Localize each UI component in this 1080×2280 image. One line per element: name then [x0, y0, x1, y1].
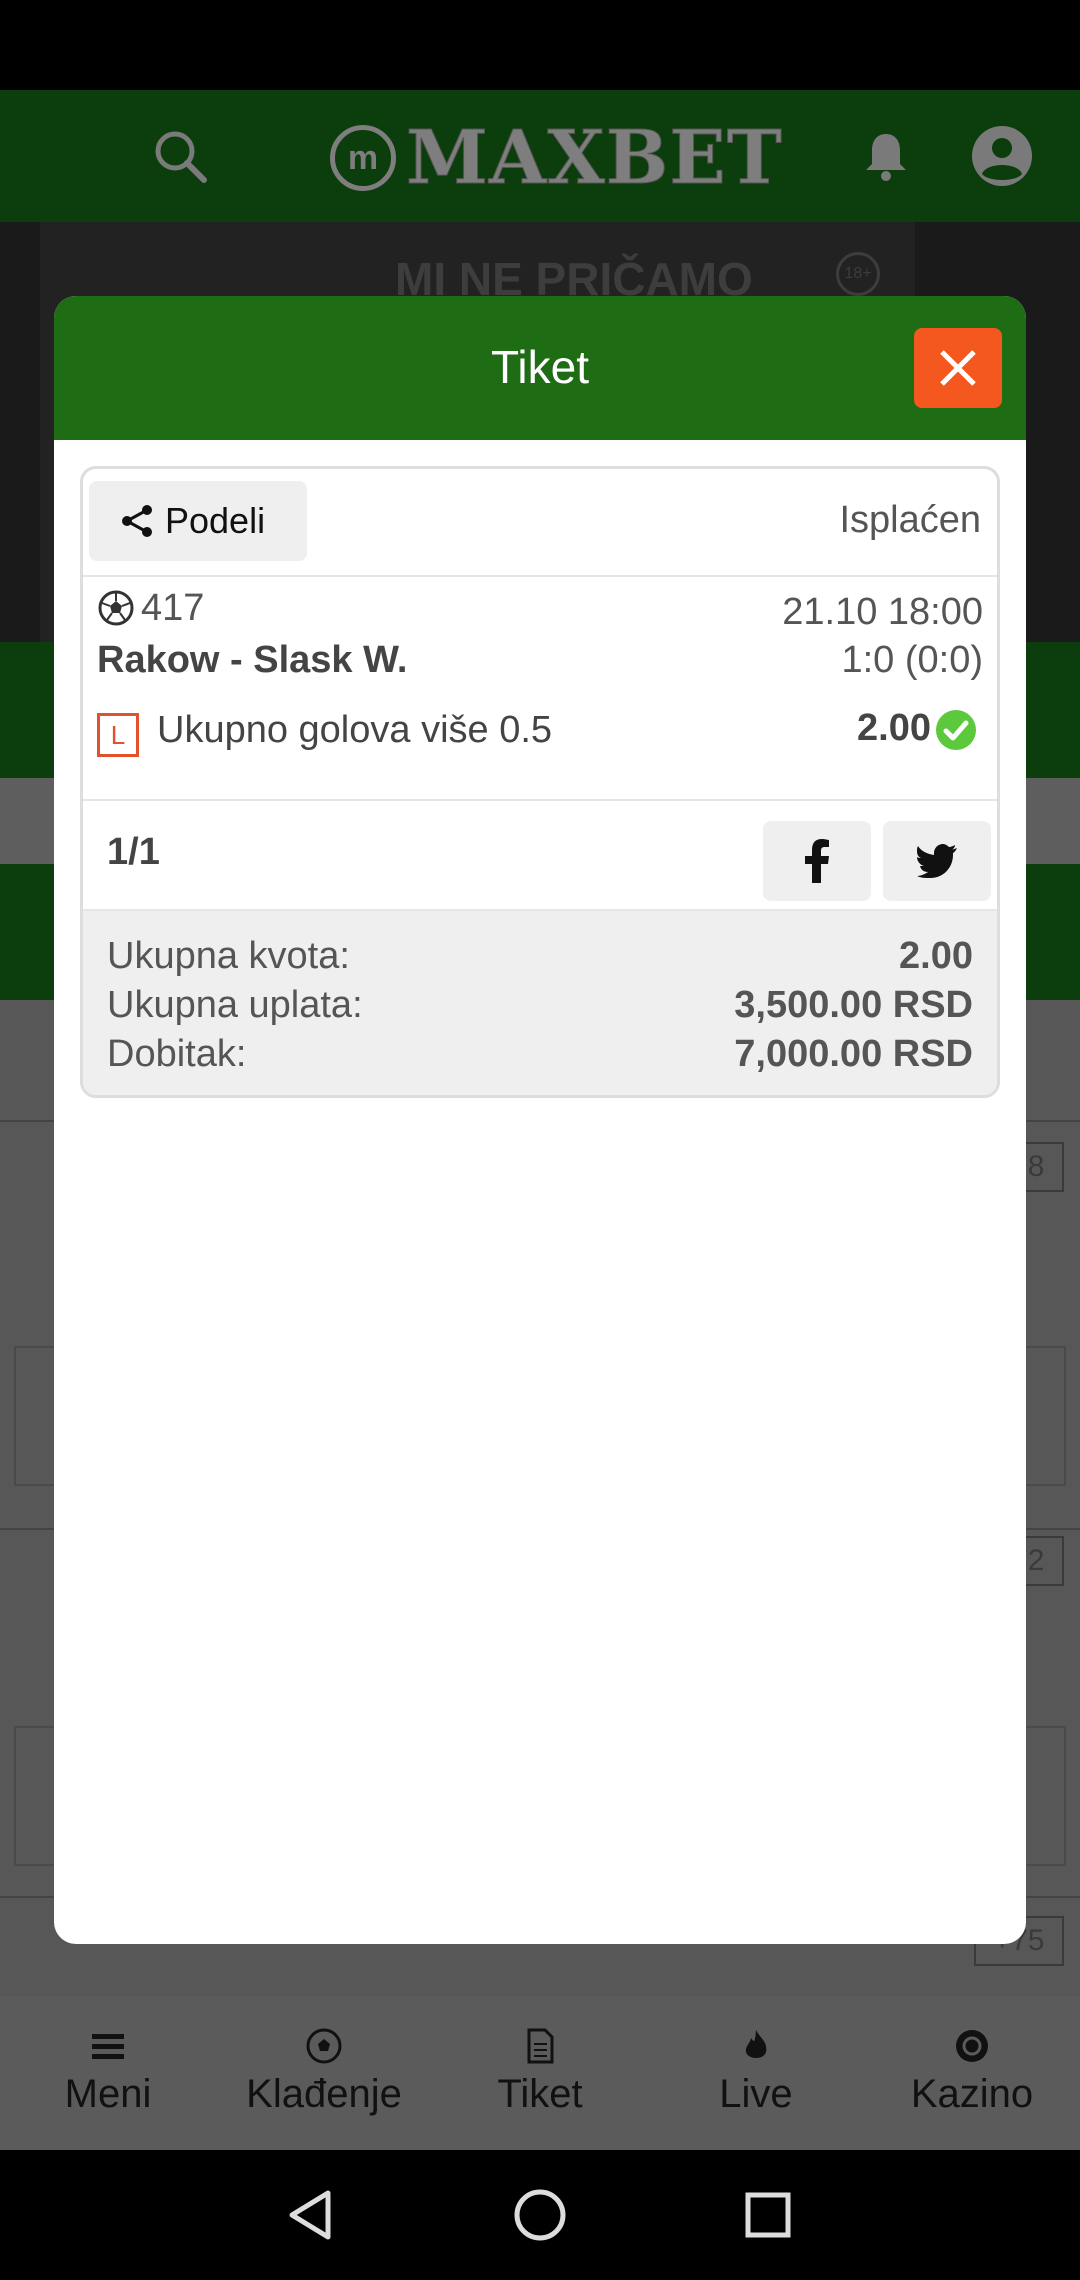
- share-label: Podeli: [165, 500, 266, 541]
- ticket-card: Podeli Isplaćen 417 21.10 18:00 Rakow - …: [80, 466, 1000, 1098]
- total-odds-value: 2.00: [899, 935, 973, 977]
- bet-description: Ukupno golova više 0.5: [157, 709, 553, 751]
- stake-label: Ukupna uplata:: [107, 984, 363, 1026]
- stake-value: 3,500.00 RSD: [734, 984, 973, 1026]
- modal-header: Tiket: [54, 296, 1026, 440]
- match-datetime: 21.10 18:00: [782, 591, 983, 633]
- summary-row-win: Dobitak: 7,000.00 RSD: [107, 1033, 973, 1079]
- modal-title: Tiket: [491, 341, 589, 393]
- win-value: 7,000.00 RSD: [734, 1033, 973, 1075]
- divider: [83, 575, 997, 577]
- ticket-summary: Ukupna kvota: 2.00 Ukupna uplata: 3,500.…: [83, 909, 997, 1095]
- twitter-icon: [917, 844, 957, 878]
- facebook-icon: [805, 839, 829, 883]
- home-icon[interactable]: [510, 2185, 570, 2245]
- match-teams: Rakow - Slask W.: [97, 639, 408, 681]
- check-circle-icon: [936, 710, 976, 750]
- divider: [83, 799, 997, 801]
- share-icon: [122, 505, 152, 537]
- match-count: 1/1: [107, 831, 160, 873]
- system-navigation-bar: [0, 2150, 1080, 2280]
- soccer-ball-icon: [98, 590, 134, 626]
- facebook-share-button[interactable]: [763, 821, 871, 901]
- ticket-modal: Tiket Podeli Isplaćen 417 21.10 18:00 Ra…: [54, 296, 1026, 1944]
- bet-odd: 2.00: [857, 707, 931, 749]
- match-score: 1:0 (0:0): [841, 639, 983, 681]
- match-code: 417: [141, 587, 205, 629]
- share-button[interactable]: Podeli: [89, 481, 307, 561]
- recent-apps-icon[interactable]: [738, 2185, 798, 2245]
- twitter-share-button[interactable]: [883, 821, 991, 901]
- total-odds-label: Ukupna kvota:: [107, 935, 350, 977]
- close-icon: [940, 350, 976, 386]
- bet-type-badge: L: [97, 713, 139, 757]
- summary-row-total-odds: Ukupna kvota: 2.00: [107, 935, 973, 981]
- close-button[interactable]: [914, 328, 1002, 408]
- win-label: Dobitak:: [107, 1033, 247, 1075]
- back-icon[interactable]: [282, 2185, 342, 2245]
- ticket-status: Isplaćen: [839, 499, 981, 541]
- summary-row-stake: Ukupna uplata: 3,500.00 RSD: [107, 984, 973, 1030]
